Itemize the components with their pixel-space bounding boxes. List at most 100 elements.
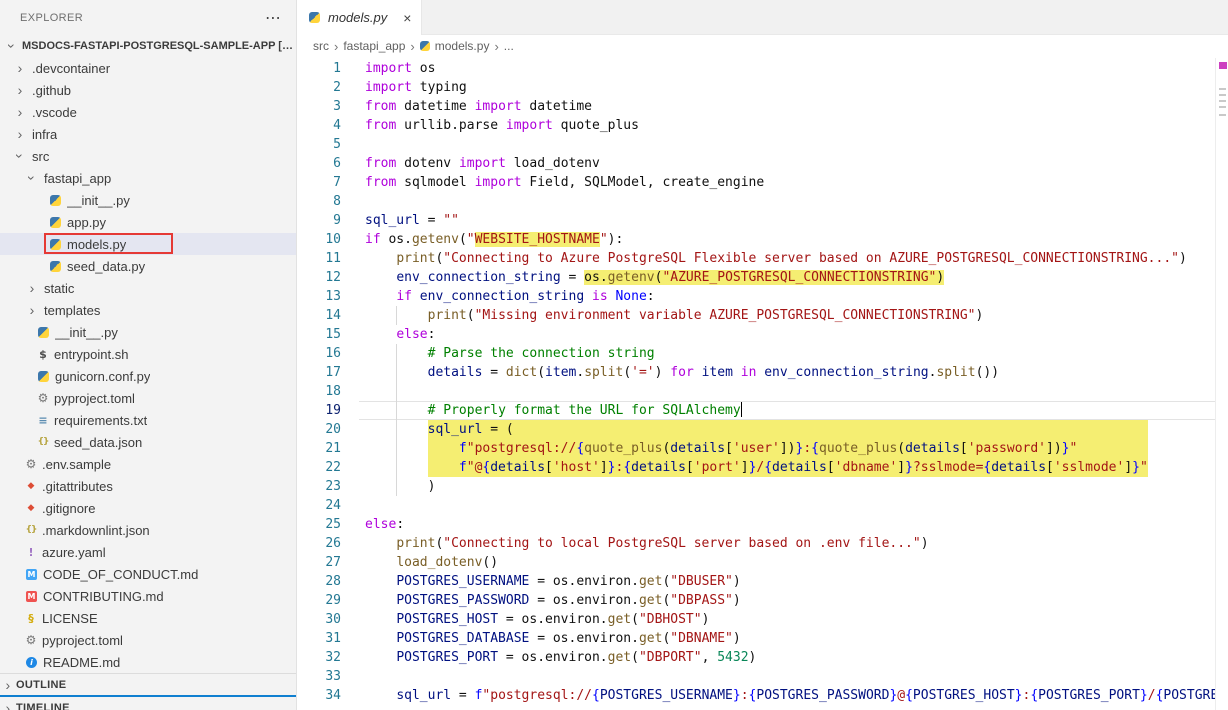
tree-item-azure-yaml[interactable]: !azure.yaml [0,541,296,563]
code-line-16[interactable]: 16 # Parse the connection string [297,344,1228,363]
python-icon [309,12,320,23]
code-line-12[interactable]: 12 env_connection_string = os.getenv("AZ… [297,268,1228,287]
code-line-14[interactable]: 14 print("Missing environment variable A… [297,306,1228,325]
line-content: POSTGRES_DATABASE = os.environ.get("DBNA… [359,629,1228,648]
code-line-2[interactable]: 2import typing [297,78,1228,97]
code-line-24[interactable]: 24 [297,496,1228,515]
tree-item-seed-data-json[interactable]: {}seed_data.json [0,431,296,453]
code-line-10[interactable]: 10if os.getenv("WEBSITE_HOSTNAME"): [297,230,1228,249]
tree-item-requirements-txt[interactable]: ≡requirements.txt [0,409,296,431]
tree-item-models-py[interactable]: models.py [0,233,296,255]
breadcrumb-item-src[interactable]: src [313,39,329,53]
tree-item--env-sample[interactable]: ⚙.env.sample [0,453,296,475]
tree-item-code-of-conduct-md[interactable]: MCODE_OF_CONDUCT.md [0,563,296,585]
code-line-11[interactable]: 11 print("Connecting to Azure PostgreSQL… [297,249,1228,268]
code-line-4[interactable]: 4from urllib.parse import quote_plus [297,116,1228,135]
tree-item-fastapi-app[interactable]: ›fastapi_app [0,167,296,189]
line-content: ) [359,477,1228,496]
tree-item--gitignore[interactable]: ◆.gitignore [0,497,296,519]
code-line-1[interactable]: 1import os [297,59,1228,78]
tree-item-contributing-md[interactable]: MCONTRIBUTING.md [0,585,296,607]
code-line-29[interactable]: 29 POSTGRES_PASSWORD = os.environ.get("D… [297,591,1228,610]
markdown-icon: M [26,569,37,580]
code-line-5[interactable]: 5 [297,135,1228,154]
tree-item-static[interactable]: ›static [0,277,296,299]
tree-item-pyproject-toml[interactable]: ⚙pyproject.toml [0,387,296,409]
code-line-32[interactable]: 32 POSTGRES_PORT = os.environ.get("DBPOR… [297,648,1228,667]
code-line-6[interactable]: 6from dotenv import load_dotenv [297,154,1228,173]
breadcrumb: src › fastapi_app › models.py › ... [297,35,1228,57]
code-line-20[interactable]: 20 sql_url = ( [297,420,1228,439]
tree-item-msdocs-fastapi-postgresql-sample-app-git-[interactable]: ›MSDOCS-FASTAPI-POSTGRESQL-SAMPLE-APP [G… [0,35,296,57]
tree-item-label: __init__.py [55,325,118,340]
line-number: 25 [297,515,359,534]
tree-item--markdownlint-json[interactable]: {}.markdownlint.json [0,519,296,541]
tree-item--vscode[interactable]: ›.vscode [0,101,296,123]
yaml-icon: ! [24,545,38,559]
code-line-19[interactable]: 19 # Properly format the URL for SQLAlch… [297,401,1228,420]
tree-item-app-py[interactable]: app.py [0,211,296,233]
python-icon [50,195,61,206]
tree-item-gunicorn-conf-py[interactable]: gunicorn.conf.py [0,365,296,387]
minimap-mark [1219,88,1226,90]
code-line-34[interactable]: 34 sql_url = f"postgresql://{POSTGRES_US… [297,686,1228,705]
tree-item-label: .env.sample [42,457,111,472]
section-timeline[interactable]: › TIMELINE [0,697,296,710]
breadcrumb-item-symbol[interactable]: ... [504,39,514,53]
tree-item-readme-md[interactable]: iREADME.md [0,651,296,673]
tab-bar: models.py × [297,0,1228,35]
tree-item--init-py[interactable]: __init__.py [0,189,296,211]
breadcrumb-item-models-py[interactable]: models.py [435,39,490,53]
python-icon [50,217,61,228]
line-content [359,496,1228,515]
tree-item-label: seed_data.json [54,435,142,450]
chevron-collapsed-icon: › [24,280,40,296]
tree-item-infra[interactable]: ›infra [0,123,296,145]
code-line-23[interactable]: 23 ) [297,477,1228,496]
chevron-collapsed-icon: › [12,60,28,76]
code-line-22[interactable]: 22 f"@{details['host']}:{details['port']… [297,458,1228,477]
tree-item--devcontainer[interactable]: ›.devcontainer [0,57,296,79]
tree-item-templates[interactable]: ›templates [0,299,296,321]
close-icon[interactable]: × [403,10,411,26]
line-content: sql_url = ( [359,420,1228,439]
line-content: from urllib.parse import quote_plus [359,116,1228,135]
more-actions-icon[interactable]: ⋯ [265,8,282,28]
code-line-31[interactable]: 31 POSTGRES_DATABASE = os.environ.get("D… [297,629,1228,648]
code-line-25[interactable]: 25else: [297,515,1228,534]
tree-item-license[interactable]: §LICENSE [0,607,296,629]
code-area[interactable]: 1import os2import typing3from datetime i… [297,57,1228,710]
tab-models-py[interactable]: models.py × [297,0,422,35]
tree-item-src[interactable]: ›src [0,145,296,167]
code-line-8[interactable]: 8 [297,192,1228,211]
breadcrumb-item-fastapi-app[interactable]: fastapi_app [343,39,405,53]
code-line-27[interactable]: 27 load_dotenv() [297,553,1228,572]
code-line-18[interactable]: 18 [297,382,1228,401]
line-content [359,382,1228,401]
minimap[interactable] [1215,58,1228,710]
code-line-15[interactable]: 15 else: [297,325,1228,344]
tree-item--init-py[interactable]: __init__.py [0,321,296,343]
editor-group: models.py × src › fastapi_app › models.p… [297,0,1228,710]
code-line-33[interactable]: 33 [297,667,1228,686]
tree-item--gitattributes[interactable]: ◆.gitattributes [0,475,296,497]
code-line-21[interactable]: 21 f"postgresql://{quote_plus(details['u… [297,439,1228,458]
code-line-17[interactable]: 17 details = dict(item.split('=') for it… [297,363,1228,382]
code-line-28[interactable]: 28 POSTGRES_USERNAME = os.environ.get("D… [297,572,1228,591]
code-line-7[interactable]: 7from sqlmodel import Field, SQLModel, c… [297,173,1228,192]
code-line-3[interactable]: 3from datetime import datetime [297,97,1228,116]
line-number: 31 [297,629,359,648]
markdown-icon: M [26,591,37,602]
tree-item-pyproject-toml[interactable]: ⚙pyproject.toml [0,629,296,651]
line-number: 17 [297,363,359,382]
tree-item-label: .vscode [32,105,77,120]
code-line-13[interactable]: 13 if env_connection_string is None: [297,287,1228,306]
code-line-26[interactable]: 26 print("Connecting to local PostgreSQL… [297,534,1228,553]
tree-item-seed-data-py[interactable]: seed_data.py [0,255,296,277]
code-line-9[interactable]: 9sql_url = "" [297,211,1228,230]
tree-item-entrypoint-sh[interactable]: $entrypoint.sh [0,343,296,365]
tree-item--github[interactable]: ›.github [0,79,296,101]
tree-item-label: seed_data.py [67,259,145,274]
section-outline[interactable]: › OUTLINE [0,673,296,695]
code-line-30[interactable]: 30 POSTGRES_HOST = os.environ.get("DBHOS… [297,610,1228,629]
